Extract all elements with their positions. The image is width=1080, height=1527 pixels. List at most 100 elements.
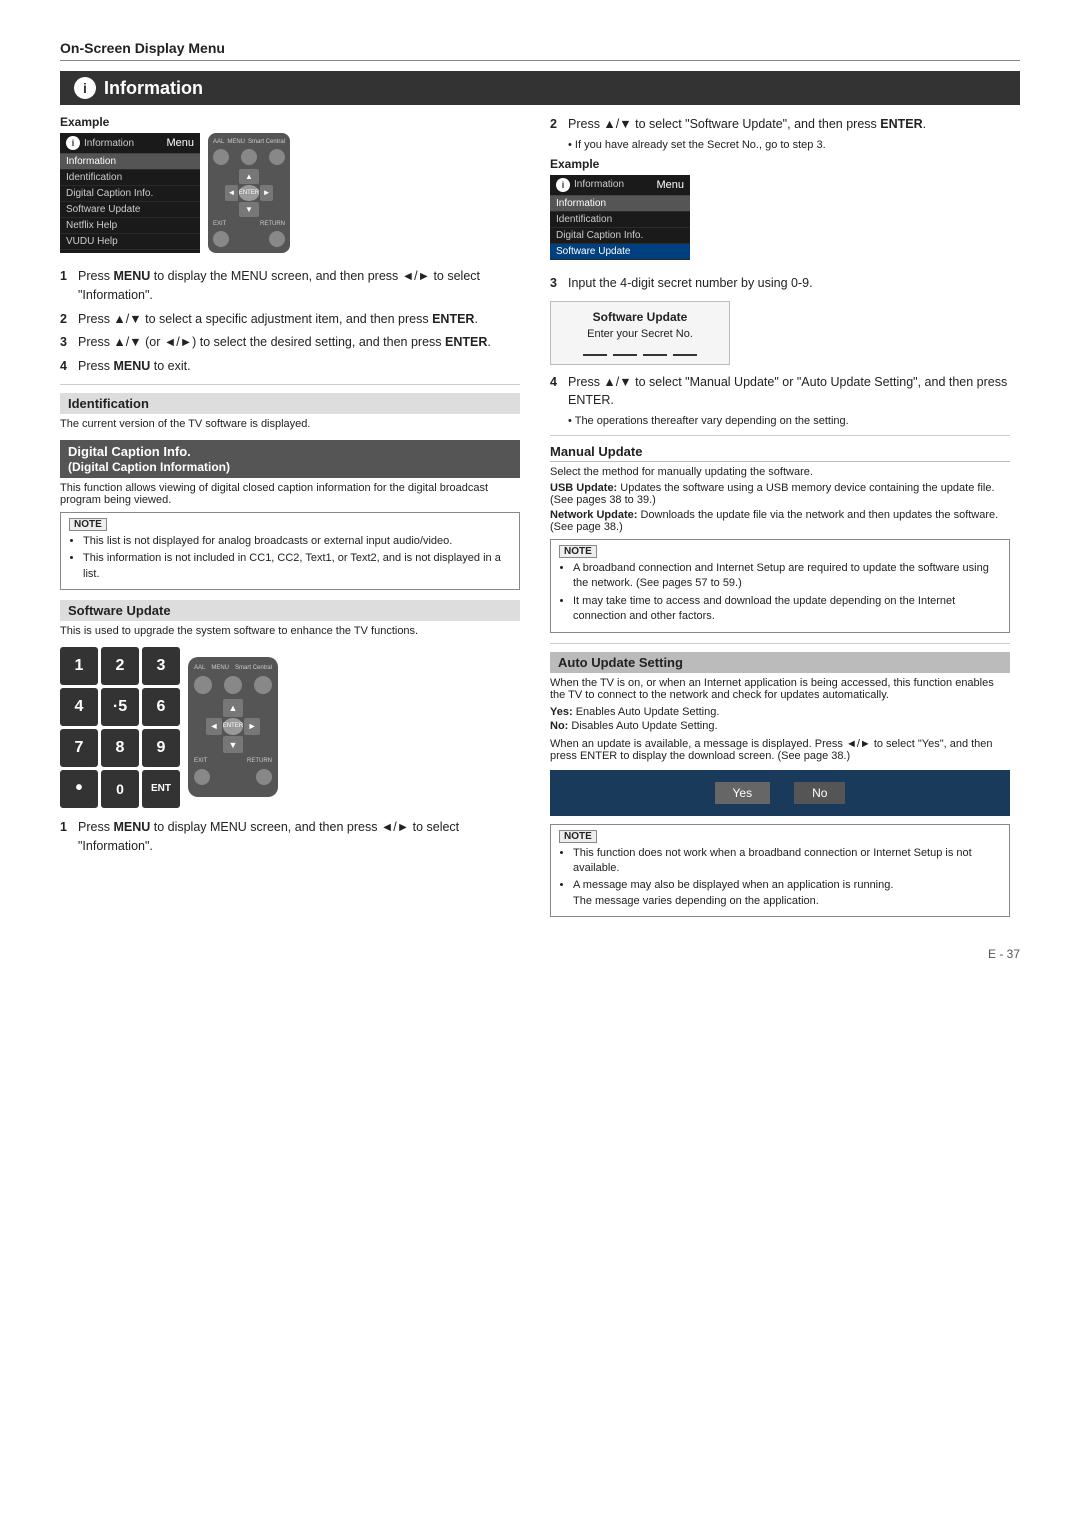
remote-top-circles <box>213 149 285 165</box>
manual-update-section: Manual Update Select the method for manu… <box>550 444 1010 633</box>
exit-circle <box>213 231 229 247</box>
digital-caption-text: This function allows viewing of digital … <box>60 482 520 506</box>
menu-info-right: i Information <box>556 178 624 192</box>
dash-1 <box>583 354 607 356</box>
remote-bottom-labels: EXIT RETURN <box>213 221 285 227</box>
manual-note-2: It may take time to access and download … <box>573 594 1001 625</box>
sw-step-1: 1 Press MENU to display MENU screen, and… <box>60 818 520 856</box>
note-label-manual: NOTE <box>559 545 597 558</box>
step-4-num: 4 <box>60 357 74 376</box>
right-step-4: 4 Press ▲/▼ to select "Manual Update" or… <box>550 373 1010 411</box>
auto-update-section: Auto Update Setting When the TV is on, o… <box>550 652 1010 918</box>
exit-label: EXIT <box>213 221 226 227</box>
key-0: 0 <box>101 770 139 808</box>
manual-update-title: Manual Update <box>550 444 1010 462</box>
menu-item-digital-caption: Digital Caption Info. <box>60 186 200 202</box>
right-step-4-note: • The operations thereafter vary dependi… <box>568 415 1010 427</box>
rl-enter: ENTER <box>223 718 243 735</box>
right-column: 2 Press ▲/▼ to select "Software Update",… <box>550 115 1010 927</box>
secret-dashes <box>563 346 717 356</box>
right-step-3-num: 3 <box>550 274 564 293</box>
exit-label-2: EXIT <box>194 758 207 764</box>
right-step-2: 2 Press ▲/▼ to select "Software Update",… <box>550 115 1010 134</box>
auto-update-note: NOTE This function does not work when a … <box>550 824 1010 918</box>
note-label-auto: NOTE <box>559 830 597 843</box>
keypad-remote: 1 2 3 4 ·5 6 7 8 9 • 0 ENT AAL <box>60 647 520 808</box>
return-label: RETURN <box>260 221 285 227</box>
menu-info-label: Information <box>84 138 134 149</box>
rl-left: ◄ <box>206 718 222 735</box>
auto-note-1: This function does not work when a broad… <box>573 846 1001 877</box>
rl-aal-circle <box>194 676 212 694</box>
remote-large-top-labels: AAL MENU Smart Central <box>194 665 272 671</box>
key-9: 9 <box>142 729 180 767</box>
dash-4 <box>673 354 697 356</box>
auto-update-after-text: When an update is available, a message i… <box>550 738 1010 762</box>
section-title: Information <box>104 78 203 99</box>
step-1: 1 Press MENU to display the MENU screen,… <box>60 267 520 305</box>
digital-caption-note: NOTE This list is not displayed for anal… <box>60 512 520 590</box>
right-step-3-text: Input the 4-digit secret number by using… <box>568 274 813 293</box>
key-4: 4 <box>60 688 98 726</box>
yes-text: Yes: Enables Auto Update Setting. <box>550 706 1010 718</box>
smart-central-label-2: Smart Central <box>235 665 272 671</box>
dash-2 <box>613 354 637 356</box>
remote-large-top-circles <box>194 676 272 694</box>
menu-i-icon-right: i <box>556 178 570 192</box>
two-col-layout: Example i Information Menu Information I… <box>60 115 1020 927</box>
sw-step-1-text: Press MENU to display MENU screen, and t… <box>78 818 520 856</box>
step-2-left: 2 Press ▲/▼ to select a specific adjustm… <box>60 310 520 329</box>
step-2-text: Press ▲/▼ to select a specific adjustmen… <box>78 310 478 329</box>
identification-text: The current version of the TV software i… <box>60 418 520 430</box>
auto-note-2: A message may also be displayed when an … <box>573 878 1001 909</box>
step-1-text: Press MENU to display the MENU screen, a… <box>78 267 520 305</box>
return-label-2: RETURN <box>247 758 272 764</box>
page-number: E - 37 <box>60 947 1020 961</box>
digital-caption-title: Digital Caption Info.(Digital Caption In… <box>60 440 520 478</box>
page-header-title: On-Screen Display Menu <box>60 40 225 56</box>
rl-menu-circle <box>224 676 242 694</box>
dpad-left: ▲ ◄ ENTER ► ▼ <box>225 169 273 217</box>
dpad-tl <box>225 169 238 184</box>
menu-item-sw-right: Software Update <box>550 244 690 260</box>
dash-3 <box>643 354 667 356</box>
remote-large-bottom-circles <box>194 769 272 785</box>
menu-example-right: i Information Menu Information Identific… <box>550 175 1010 260</box>
left-column: Example i Information Menu Information I… <box>60 115 520 927</box>
step-3-left: 3 Press ▲/▼ (or ◄/►) to select the desir… <box>60 333 520 352</box>
menu-box-right-header: i Information Menu <box>550 175 690 196</box>
menu-circle <box>241 149 257 165</box>
rl-smart-circle <box>254 676 272 694</box>
menu-box-right: i Information Menu Information Identific… <box>550 175 690 260</box>
identification-section: Identification The current version of th… <box>60 393 520 430</box>
secret-box-title: Software Update <box>563 310 717 324</box>
identification-title: Identification <box>60 393 520 414</box>
dpad-up: ▲ <box>239 169 259 184</box>
step-3-text: Press ▲/▼ (or ◄/►) to select the desired… <box>78 333 491 352</box>
key-2: 2 <box>101 647 139 685</box>
rl-return-circle <box>256 769 272 785</box>
usb-update-text: USB Update: Updates the software using a… <box>550 482 1010 506</box>
right-step-2-note: • If you have already set the Secret No.… <box>568 139 1010 151</box>
software-update-text: This is used to upgrade the system softw… <box>60 625 520 637</box>
dpad-left-btn: ◄ <box>225 185 238 200</box>
menu-example-left: i Information Menu Information Identific… <box>60 133 520 253</box>
no-text: No: Disables Auto Update Setting. <box>550 720 1010 732</box>
menu-item-vudu: VUDU Help <box>60 234 200 250</box>
menu-label: MENU <box>227 139 245 145</box>
dpad-tr <box>260 169 273 184</box>
steps-left: 1 Press MENU to display the MENU screen,… <box>60 267 520 376</box>
right-step-2-num: 2 <box>550 115 564 134</box>
menu-item-dc-right: Digital Caption Info. <box>550 228 690 244</box>
return-circle <box>269 231 285 247</box>
digital-caption-note-list: This list is not displayed for analog br… <box>69 534 511 582</box>
note-label-digital: NOTE <box>69 518 107 531</box>
aal-label-2: AAL <box>194 665 205 671</box>
no-button[interactable]: No <box>794 782 845 804</box>
key-dot: • <box>60 770 98 808</box>
info-icon: i <box>74 77 96 99</box>
menu-item-information: Information <box>60 154 200 170</box>
sw-step-1-num: 1 <box>60 818 74 856</box>
menu-info-label-right: Information <box>574 179 624 190</box>
yes-button[interactable]: Yes <box>715 782 771 804</box>
